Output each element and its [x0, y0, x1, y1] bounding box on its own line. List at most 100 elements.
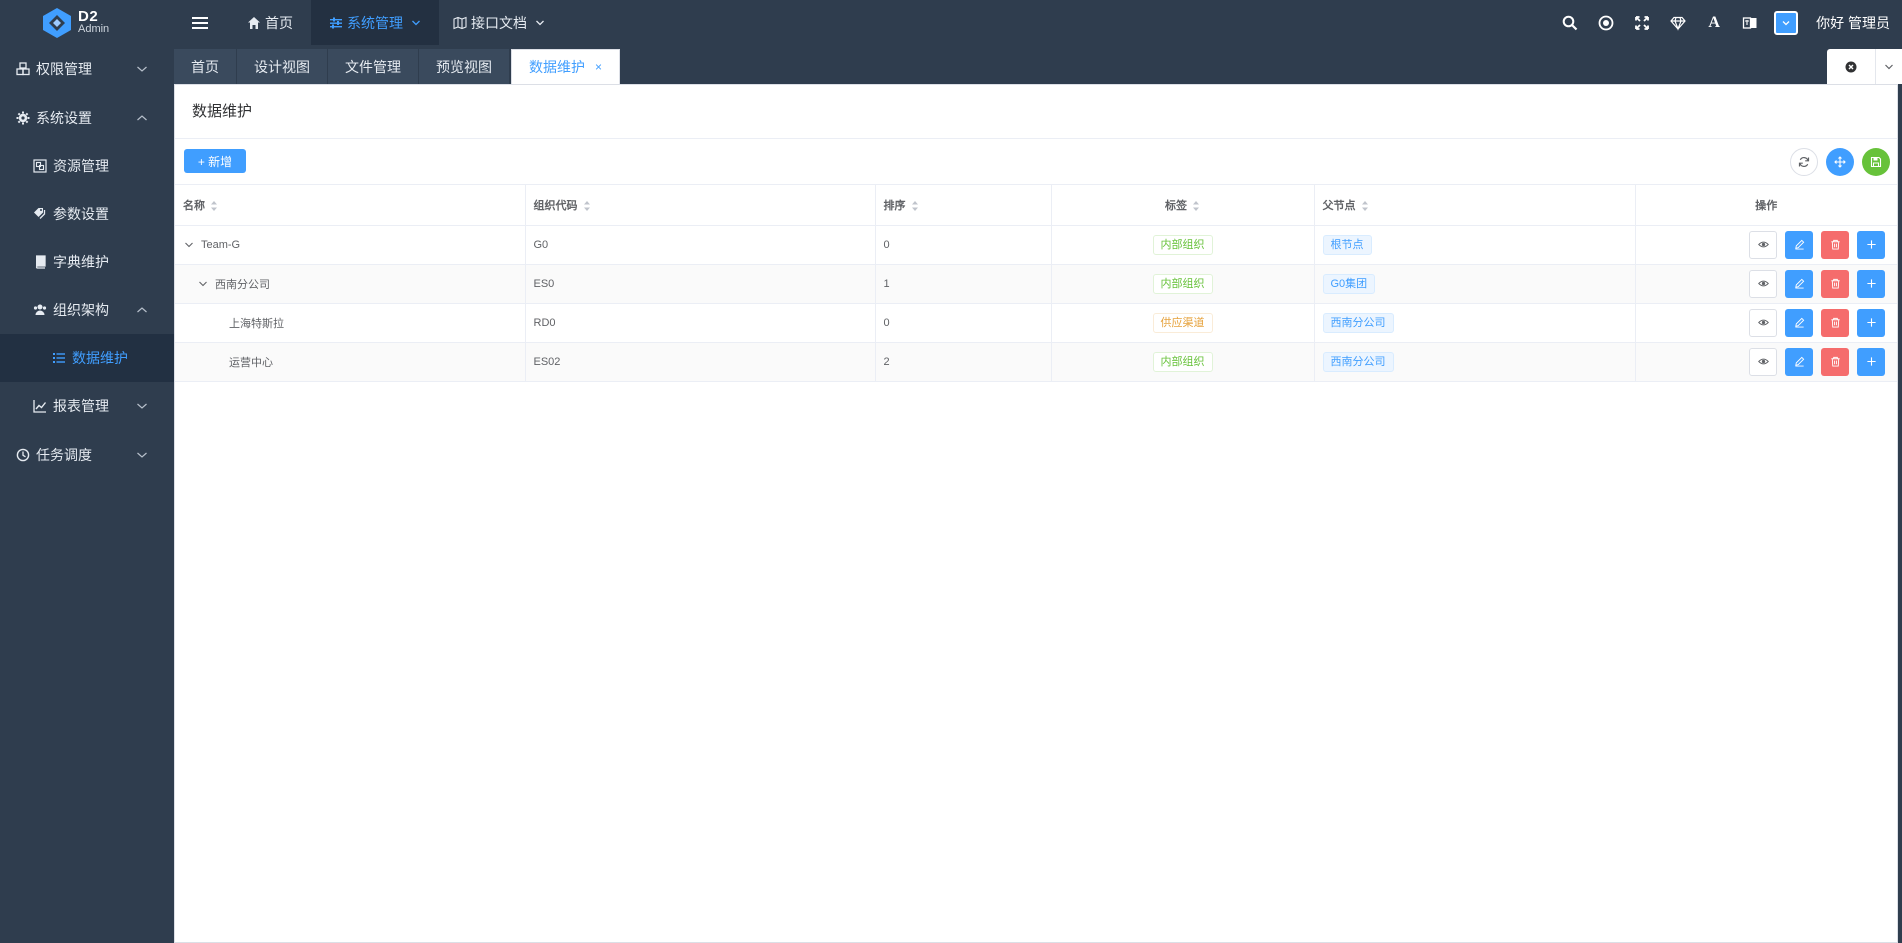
sort-icon[interactable]: [911, 200, 919, 212]
menu-toggle-button[interactable]: [186, 12, 214, 34]
edit-button[interactable]: [1785, 308, 1813, 337]
table-row: 上海特斯拉 RD0 0 供应渠道 西南分公司: [175, 303, 1897, 343]
expand-all-button[interactable]: [1826, 148, 1854, 176]
column-header-parent[interactable]: 父节点: [1314, 185, 1636, 226]
theme-button[interactable]: [1660, 0, 1696, 45]
d2-logo-icon: [43, 8, 71, 38]
view-button[interactable]: [1749, 230, 1777, 259]
chevron-down-icon: [137, 452, 147, 458]
tree-expand-icon[interactable]: [183, 239, 195, 251]
sidebar-item-dictionary[interactable]: 字典维护: [0, 238, 174, 286]
delete-button[interactable]: [1821, 308, 1849, 337]
chart-line-icon: [33, 400, 47, 413]
chevron-down-icon: [1885, 64, 1893, 69]
table-row: Team-G G0 0 内部组织 根节点: [175, 225, 1897, 265]
sort-icon[interactable]: [583, 200, 591, 212]
tree-expand-icon[interactable]: [197, 278, 209, 290]
user-menu[interactable]: 你好 管理员: [1806, 13, 1890, 33]
trash-icon: [1830, 317, 1840, 328]
font-size-button[interactable]: A: [1696, 0, 1732, 45]
language-button[interactable]: [1732, 0, 1768, 45]
eye-icon: [1757, 280, 1769, 287]
top-header: D2 Admin 首页 系统管理 接口文档 A 你好 管理员: [0, 0, 1902, 45]
sort-icon[interactable]: [1192, 200, 1200, 212]
tabs-menu-button[interactable]: [1875, 49, 1902, 84]
chevron-down-icon: [536, 20, 544, 25]
add-child-button[interactable]: [1857, 269, 1885, 298]
cell-name: 西南分公司: [215, 278, 270, 291]
sidebar-item-data-maintenance[interactable]: 数据维护: [0, 334, 174, 382]
trash-icon: [1830, 239, 1840, 250]
log-button[interactable]: [1588, 0, 1624, 45]
save-button[interactable]: [1862, 148, 1890, 176]
view-button[interactable]: [1749, 347, 1777, 376]
search-button[interactable]: [1552, 0, 1588, 45]
edit-button[interactable]: [1785, 269, 1813, 298]
tab-preview-view[interactable]: 预览视图: [419, 49, 510, 84]
fullscreen-icon: [1635, 15, 1650, 30]
fullscreen-button[interactable]: [1624, 0, 1660, 45]
edit-button[interactable]: [1785, 230, 1813, 259]
cell-sort: 1: [875, 264, 1052, 304]
eye-icon: [1757, 241, 1769, 248]
topnav-api-docs[interactable]: 接口文档: [439, 0, 563, 45]
parent-badge: 根节点: [1322, 234, 1372, 255]
users-icon: [33, 304, 47, 315]
cell-sort: 0: [875, 303, 1052, 343]
refresh-button[interactable]: [1790, 148, 1818, 176]
view-button[interactable]: [1749, 269, 1777, 298]
close-all-tabs-button[interactable]: [1827, 49, 1875, 84]
delete-button[interactable]: [1821, 269, 1849, 298]
column-header-code[interactable]: 组织代码: [525, 185, 876, 226]
tag-badge: 内部组织: [1152, 273, 1213, 294]
sidebar-item-reports[interactable]: 报表管理: [0, 382, 174, 430]
home-icon: [248, 16, 260, 29]
plus-icon: [1866, 318, 1876, 327]
sort-icon[interactable]: [1361, 200, 1369, 212]
tag-badge: 内部组织: [1152, 234, 1213, 255]
cell-sort: 0: [875, 225, 1052, 265]
tab-home[interactable]: 首页: [174, 49, 237, 84]
delete-button[interactable]: [1821, 347, 1849, 376]
column-header-name[interactable]: 名称: [175, 185, 526, 226]
topnav-home[interactable]: 首页: [229, 0, 311, 45]
top-nav: 首页 系统管理 接口文档: [229, 0, 563, 45]
hamburger-icon: [192, 17, 208, 29]
tab-file-management[interactable]: 文件管理: [328, 49, 419, 84]
delete-button[interactable]: [1821, 230, 1849, 259]
sliders-icon: [330, 17, 342, 28]
brand-sub: Admin: [78, 23, 110, 35]
edit-button[interactable]: [1785, 347, 1813, 376]
color-picker-button[interactable]: [1774, 10, 1799, 35]
sort-icon[interactable]: [210, 200, 218, 212]
sidebar-item-params[interactable]: 参数设置: [0, 190, 174, 238]
topnav-system[interactable]: 系统管理: [311, 0, 439, 45]
cell-sort: 2: [875, 342, 1052, 382]
language-icon: [1742, 16, 1757, 29]
trash-icon: [1830, 278, 1840, 289]
chevron-down-icon: [412, 20, 420, 25]
sidebar-item-permission[interactable]: 权限管理: [0, 45, 174, 93]
refresh-icon: [1798, 157, 1810, 167]
column-header-tag[interactable]: 标签: [1051, 185, 1315, 226]
sidebar-item-system-settings[interactable]: 系统设置: [0, 94, 174, 142]
data-table: 名称 组织代码 排序 标签 父节点 操作 Team-G G0 0 内部组织 根节…: [175, 185, 1897, 382]
column-header-actions: 操作: [1635, 185, 1897, 226]
cubes-icon: [16, 62, 30, 76]
add-child-button[interactable]: [1857, 347, 1885, 376]
cell-name: 运营中心: [229, 356, 273, 369]
add-child-button[interactable]: [1857, 230, 1885, 259]
cell-code: G0: [525, 225, 876, 265]
add-child-button[interactable]: [1857, 308, 1885, 337]
add-button[interactable]: + 新增: [184, 149, 246, 173]
tab-close-icon[interactable]: ×: [595, 60, 602, 74]
logo[interactable]: D2 Admin: [40, 5, 120, 41]
column-header-sort[interactable]: 排序: [875, 185, 1052, 226]
sidebar-item-scheduler[interactable]: 任务调度: [0, 431, 174, 479]
sidebar-item-resources[interactable]: 资源管理: [0, 142, 174, 190]
tab-design-view[interactable]: 设计视图: [237, 49, 328, 84]
sidebar-item-organization[interactable]: 组织架构: [0, 286, 174, 334]
table-row: 西南分公司 ES0 1 内部组织 G0集团: [175, 264, 1897, 304]
view-button[interactable]: [1749, 308, 1777, 337]
tab-data-maintenance[interactable]: 数据维护 ×: [511, 49, 621, 84]
